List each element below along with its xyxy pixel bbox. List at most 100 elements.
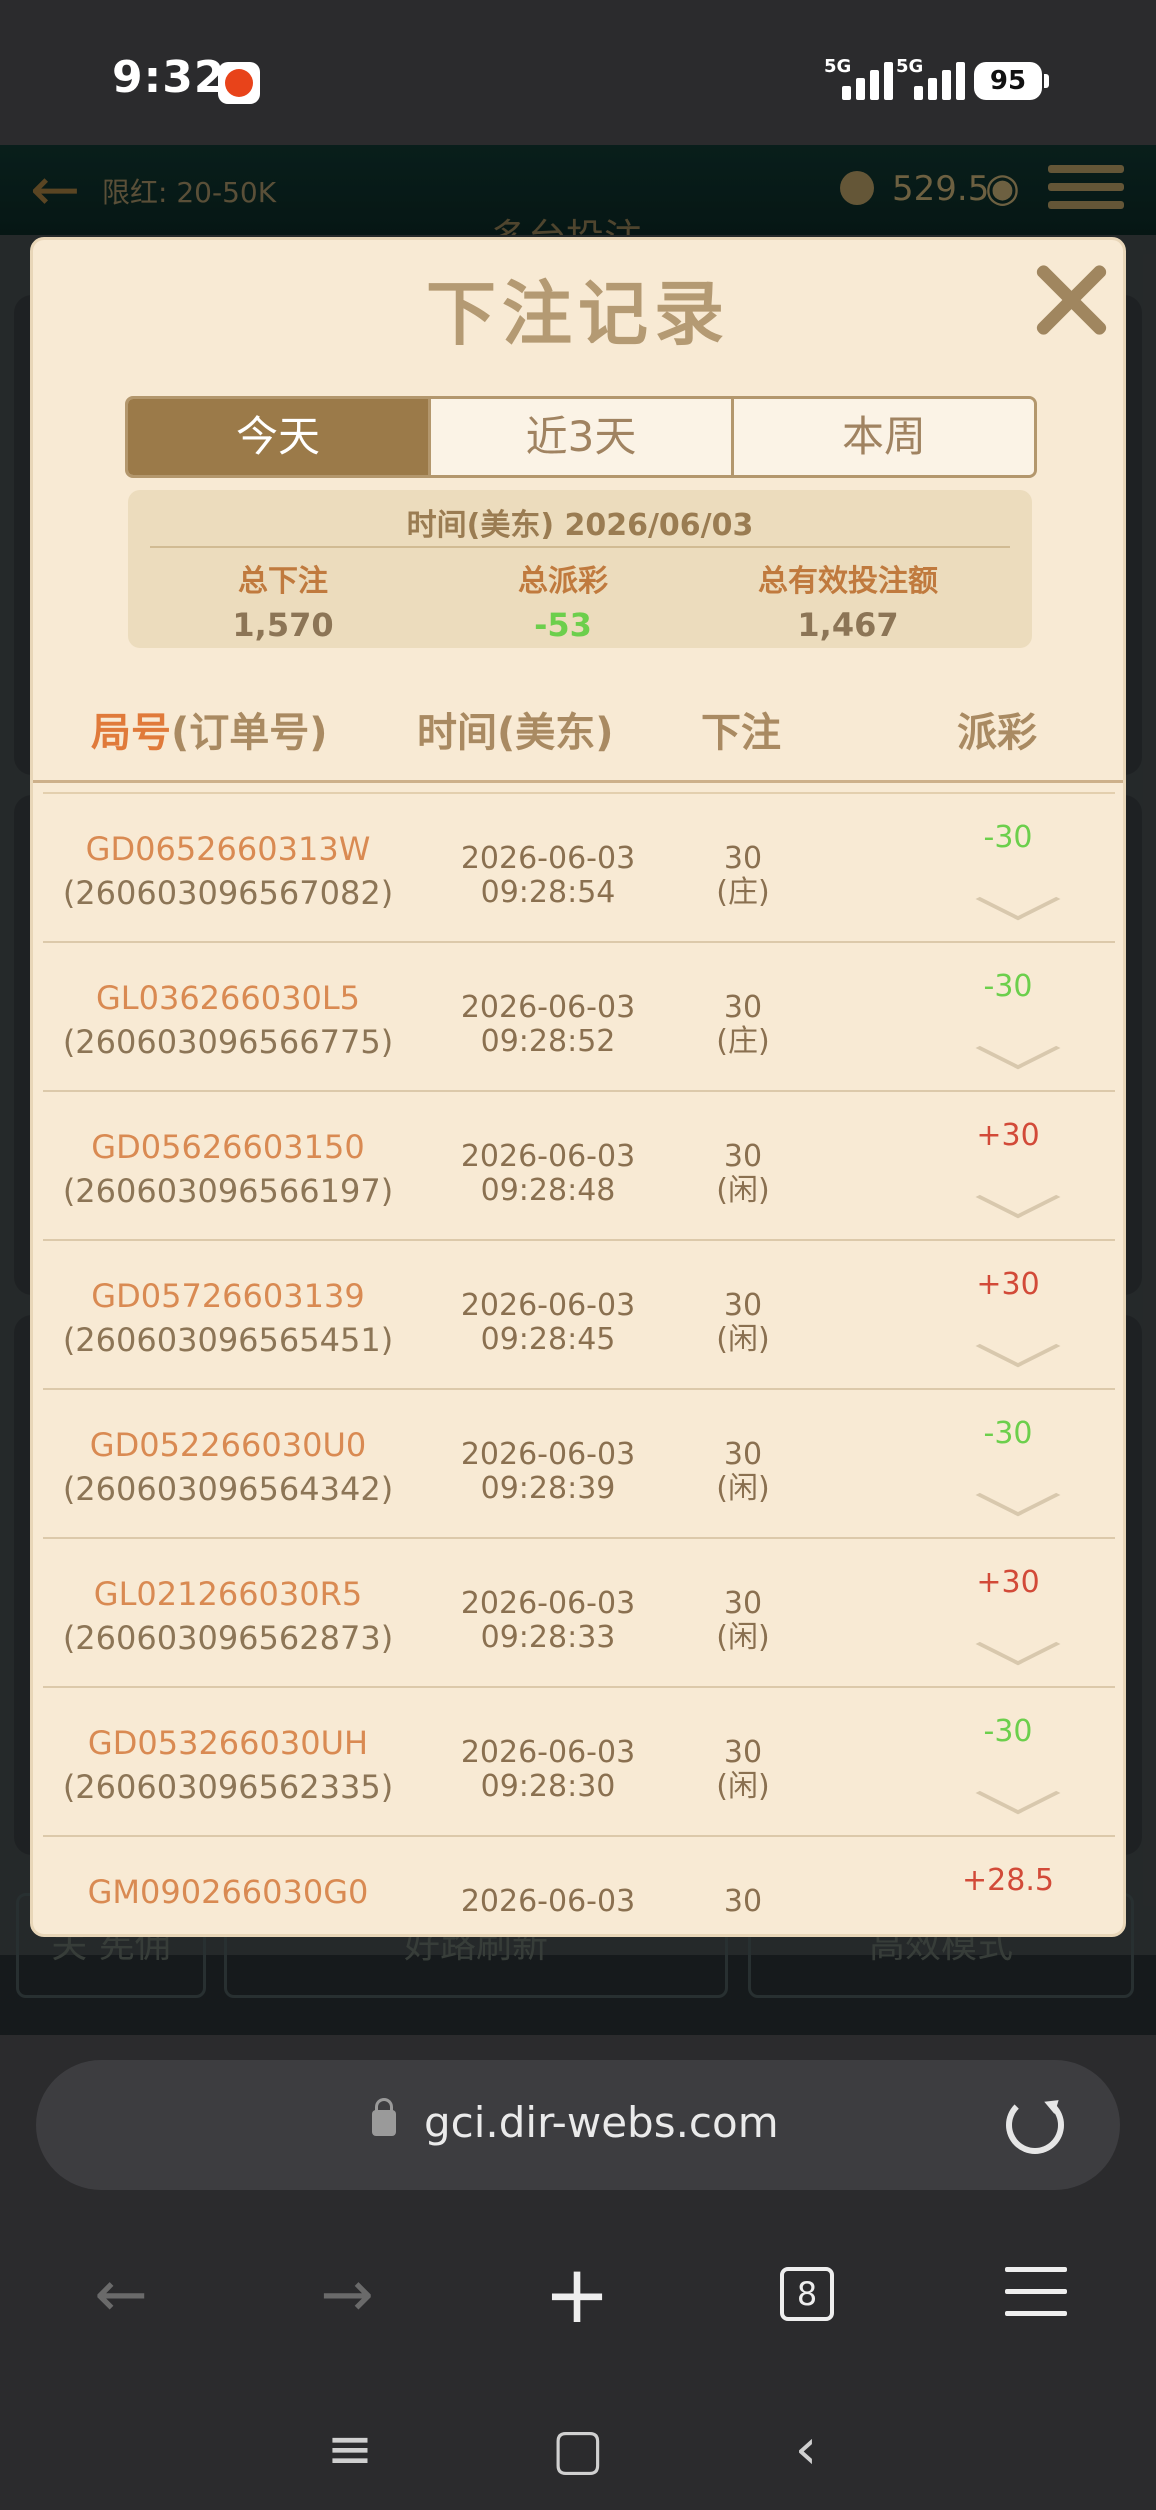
back-icon[interactable]: ←: [76, 2250, 166, 2340]
bet-amount: 30: [723, 1735, 763, 1770]
order-number: (260603096562873): [62, 1619, 394, 1657]
payout-value: -30: [983, 1416, 1033, 1451]
time-cell: 2026-06-03 09:28:45: [423, 1289, 673, 1357]
chevron-down-icon[interactable]: [975, 1622, 1061, 1666]
network-type-1: 5G: [824, 56, 852, 77]
order-number: (260603096567082): [62, 874, 394, 912]
payout-value: -30: [983, 820, 1033, 855]
table-row[interactable]: GM090266030G0 2026-06-03 30 +28.5: [43, 1837, 1115, 1934]
forward-icon[interactable]: →: [302, 2250, 392, 2340]
chevron-down-icon[interactable]: [975, 877, 1061, 921]
table-row[interactable]: GL036266030L5 (260603096566775) 2026-06-03…: [43, 943, 1115, 1092]
battery-icon: 95: [974, 62, 1049, 100]
round-cell: GD053266030UH (260603096562335): [43, 1724, 413, 1806]
bet-cell: 30 (闲): [703, 1438, 783, 1506]
table-row[interactable]: GD05726603139 (260603096565451) 2026-06-03…: [43, 1241, 1115, 1390]
total-bet-value: 1,570: [232, 606, 334, 644]
bet-date: 2026-06-03: [460, 1139, 636, 1174]
table-row[interactable]: GD052266030U0 (260603096564342) 2026-06-03…: [43, 1390, 1115, 1539]
round-cell: GD05726603139 (260603096565451): [43, 1277, 413, 1359]
round-number: GD05726603139: [91, 1277, 365, 1315]
time-cell: 2026-06-03 09:28:39: [423, 1438, 673, 1506]
round-number: GD05626603150: [91, 1128, 365, 1166]
browser-menu-icon[interactable]: [1005, 2267, 1067, 2317]
bet-side: (闲): [716, 1769, 770, 1804]
bet-amount: 30: [723, 841, 763, 876]
bet-cell: 30: [703, 1885, 783, 1919]
summary-panel: 时间(美东) 2026/06/03 总下注 1,570 总派彩 -53 总有效投…: [128, 490, 1032, 648]
round-cell: GD052266030U0 (260603096564342): [43, 1426, 413, 1508]
modal-title: 下注记录: [426, 273, 730, 355]
bet-cell: 30 (闲): [703, 1736, 783, 1804]
address-bar[interactable]: gci.dir-webs.com: [36, 2060, 1120, 2190]
bet-cell: 30 (庄): [703, 991, 783, 1059]
order-number: (260603096566775): [62, 1023, 394, 1061]
bet-date: 2026-06-03: [460, 1586, 636, 1621]
table-row[interactable]: GL021266030R5 (260603096562873) 2026-06-03…: [43, 1539, 1115, 1688]
bet-amount: 30: [723, 1437, 763, 1472]
total-valid-bet: 总有效投注额 1,467: [698, 556, 998, 644]
total-valid-value: 1,467: [797, 606, 899, 644]
payout-value: +30: [976, 1267, 1040, 1302]
bet-side: (闲): [716, 1322, 770, 1357]
payout-value: -30: [983, 969, 1033, 1004]
time-cell: 2026-06-03 09:28:52: [423, 991, 673, 1059]
time-cell: 2026-06-03 09:28:33: [423, 1587, 673, 1655]
bet-side: (闲): [716, 1471, 770, 1506]
total-payout: 总派彩 -53: [413, 556, 713, 644]
table-row[interactable]: GD053266030UH (260603096562335) 2026-06-03…: [43, 1688, 1115, 1837]
round-number: GD052266030U0: [89, 1426, 367, 1464]
bet-date: 2026-06-03: [460, 1437, 636, 1472]
bet-time: 09:28:33: [480, 1620, 616, 1655]
status-bar: 9:32 5G 5G 95: [0, 0, 1156, 145]
home-icon[interactable]: ▢: [538, 2410, 618, 2490]
summary-date: 时间(美东) 2026/06/03: [406, 508, 754, 543]
tab-this-week[interactable]: 本周: [734, 399, 1034, 475]
bet-cell: 30 (庄): [703, 842, 783, 910]
time-cell: 2026-06-03: [423, 1885, 673, 1919]
browser-chrome: gci.dir-webs.com ← → + 8 ≡ ▢ ‹: [0, 2035, 1156, 2510]
close-icon[interactable]: [1029, 258, 1113, 342]
bet-cell: 30 (闲): [703, 1140, 783, 1208]
bet-amount: 30: [723, 1139, 763, 1174]
total-payout-value: -53: [534, 606, 592, 644]
bet-date: 2026-06-03: [460, 1735, 636, 1770]
order-number: (260603096564342): [62, 1470, 394, 1508]
app-notification-icon: [218, 62, 260, 104]
payout-value: +28.5: [962, 1863, 1054, 1898]
status-time: 9:32: [112, 52, 226, 103]
round-cell: GM090266030G0: [43, 1873, 413, 1917]
reload-icon[interactable]: [1006, 2096, 1064, 2154]
url-text: gci.dir-webs.com: [424, 2098, 779, 2147]
total-bet: 总下注 1,570: [133, 556, 433, 644]
new-tab-icon[interactable]: +: [532, 2250, 622, 2340]
bet-cell: 30 (闲): [703, 1587, 783, 1655]
recent-apps-icon[interactable]: ≡: [310, 2410, 390, 2490]
system-back-icon[interactable]: ‹: [766, 2410, 846, 2490]
chevron-down-icon[interactable]: [975, 1175, 1061, 1219]
bet-cell: 30 (闲): [703, 1289, 783, 1357]
chevron-down-icon[interactable]: [975, 1324, 1061, 1368]
table-row[interactable]: GD05626603150 (260603096566197) 2026-06-03…: [43, 1092, 1115, 1241]
bet-time: 09:28:52: [480, 1024, 616, 1059]
tab-switcher-button[interactable]: 8: [780, 2267, 834, 2321]
chevron-down-icon[interactable]: [975, 1026, 1061, 1070]
order-number: (260603096566197): [62, 1172, 394, 1210]
tab-last-3-days[interactable]: 近3天: [431, 399, 734, 475]
time-cell: 2026-06-03 09:28:48: [423, 1140, 673, 1208]
tab-today[interactable]: 今天: [128, 399, 431, 475]
total-bet-label: 总下注: [238, 564, 328, 599]
round-number: GD053266030UH: [87, 1724, 369, 1762]
chevron-down-icon[interactable]: [975, 1473, 1061, 1517]
chevron-down-icon[interactable]: [975, 1771, 1061, 1815]
header-time: 时间(美东): [417, 710, 614, 756]
bet-date: 2026-06-03: [460, 1288, 636, 1323]
bet-time: 09:28:45: [480, 1322, 616, 1357]
bet-side: (闲): [716, 1620, 770, 1655]
table-row[interactable]: GD0652660313W (260603096567082) 2026-06-03…: [43, 794, 1115, 943]
round-number: GD0652660313W: [85, 830, 371, 868]
bet-amount: 30: [723, 1884, 763, 1919]
round-number: GM090266030G0: [87, 1873, 369, 1911]
bet-side: (闲): [716, 1173, 770, 1208]
header-round: 局号(订单号): [91, 710, 328, 756]
